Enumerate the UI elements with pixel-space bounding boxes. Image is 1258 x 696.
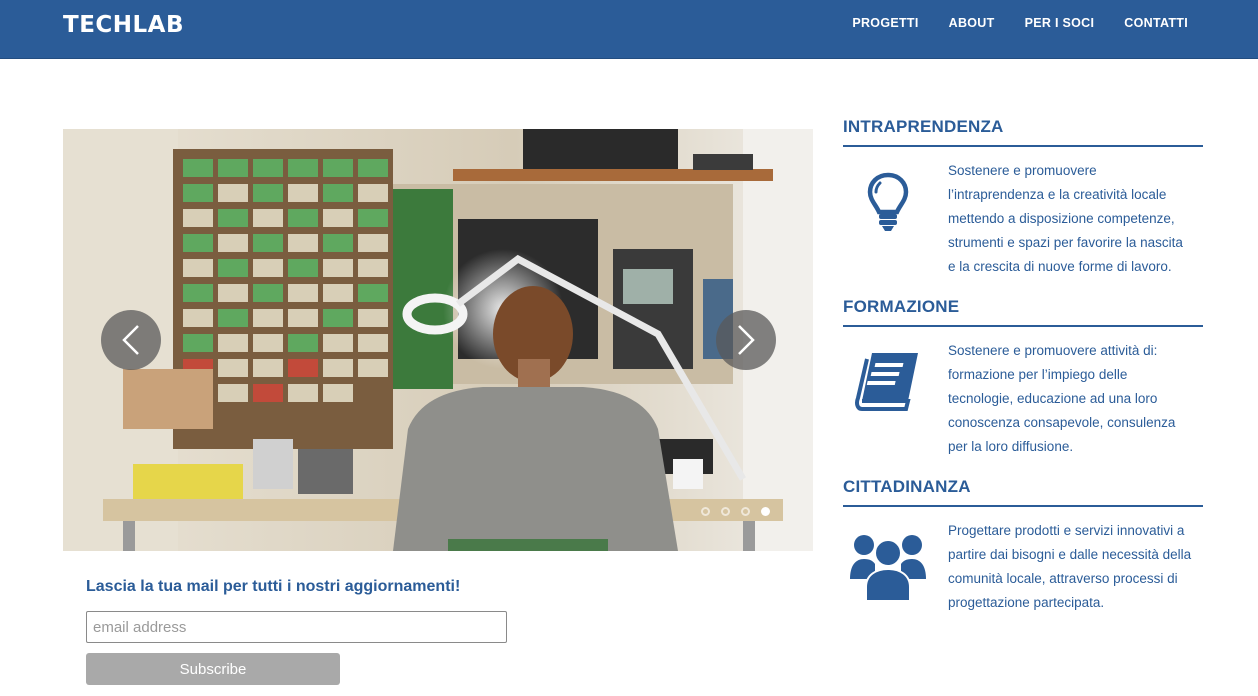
feature-description: Sostenere e promuovere attività di: form… bbox=[948, 343, 1176, 454]
lightbulb-icon bbox=[843, 159, 948, 279]
carousel-slide-image bbox=[63, 129, 813, 551]
feature-title: FORMAZIONE bbox=[843, 297, 1203, 327]
top-navbar: TECHLAB PROGETTI ABOUT PER I SOCI CONTAT… bbox=[0, 0, 1258, 59]
image-carousel bbox=[63, 129, 813, 551]
chevron-left-icon bbox=[122, 325, 139, 355]
features-column: INTRAPRENDENZA Sostenere e promuovere l’… bbox=[843, 117, 1203, 633]
subscribe-button[interactable]: Subscribe bbox=[86, 653, 340, 685]
feature-title: INTRAPRENDENZA bbox=[843, 117, 1203, 147]
carousel-prev-button[interactable] bbox=[101, 310, 161, 370]
carousel-dot-1[interactable] bbox=[701, 507, 710, 516]
carousel-dot-2[interactable] bbox=[721, 507, 730, 516]
feature-description: Progettare prodotti e servizi innovativi… bbox=[948, 523, 1192, 610]
carousel-dot-3[interactable] bbox=[741, 507, 750, 516]
feature-cittadinanza: CITTADINANZA Progettare prodotti e servi… bbox=[843, 477, 1203, 615]
nav-link-contatti[interactable]: CONTATTI bbox=[1124, 16, 1188, 30]
newsletter-title: Lascia la tua mail per tutti i nostri ag… bbox=[86, 578, 461, 595]
feature-intraprendenza: INTRAPRENDENZA Sostenere e promuovere l’… bbox=[843, 117, 1203, 279]
feature-formazione: FORMAZIONE Sostenere e promuovere attivi… bbox=[843, 297, 1203, 459]
feature-body: Sostenere e promuovere l’intraprendenza … bbox=[843, 159, 1203, 279]
email-field[interactable] bbox=[86, 611, 507, 643]
carousel-indicators bbox=[701, 507, 770, 516]
main-nav: PROGETTI ABOUT PER I SOCI CONTATTI bbox=[852, 16, 1188, 30]
nav-link-per-i-soci[interactable]: PER I SOCI bbox=[1025, 16, 1095, 30]
carousel-dot-4-active[interactable] bbox=[761, 507, 770, 516]
feature-body: Sostenere e promuovere attività di: form… bbox=[843, 339, 1203, 459]
techlab-logo[interactable]: TECHLAB bbox=[63, 12, 184, 38]
feature-description: Sostenere e promuovere l’intraprendenza … bbox=[948, 163, 1183, 274]
nav-link-about[interactable]: ABOUT bbox=[949, 16, 995, 30]
users-icon bbox=[843, 519, 948, 615]
carousel-next-button[interactable] bbox=[716, 310, 776, 370]
newsletter-form: Lascia la tua mail per tutti i nostri ag… bbox=[86, 578, 516, 685]
feature-body: Progettare prodotti e servizi innovativi… bbox=[843, 519, 1203, 615]
chevron-right-icon bbox=[738, 325, 755, 355]
book-icon bbox=[843, 339, 948, 459]
feature-title: CITTADINANZA bbox=[843, 477, 1203, 507]
nav-link-progetti[interactable]: PROGETTI bbox=[852, 16, 918, 30]
